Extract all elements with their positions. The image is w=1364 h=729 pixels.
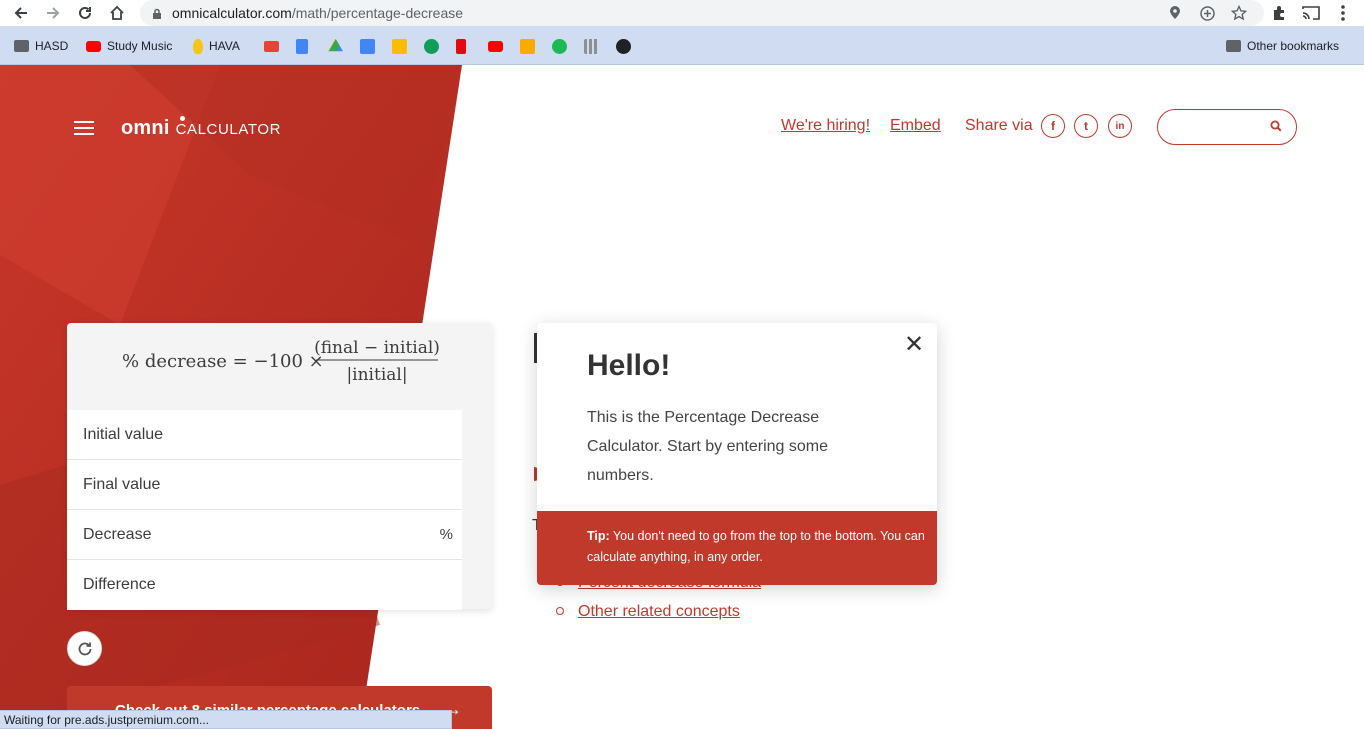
hangouts-icon [424, 38, 439, 54]
slack-icon [584, 38, 599, 54]
formula-numerator: (final − initial) [314, 338, 440, 358]
keep-icon [392, 38, 407, 54]
forward-icon[interactable] [43, 3, 63, 23]
bookmark-drive[interactable] [328, 38, 349, 54]
logo-dot [180, 116, 185, 121]
formula-denominator: |initial| [346, 365, 407, 385]
percent-unit: % [439, 526, 453, 543]
home-icon[interactable] [107, 3, 127, 23]
lock-icon[interactable] [152, 7, 162, 25]
other-bookmarks[interactable]: Other bookmarks [1226, 38, 1339, 54]
bookmark-globe[interactable] [616, 38, 637, 54]
formula: % decrease = −100 × (final − initial) |i… [122, 338, 440, 385]
bookmark-netflix[interactable] [456, 38, 472, 54]
folder-icon [1226, 40, 1241, 52]
field-label: Decrease [83, 526, 152, 543]
bookmark-keep[interactable] [392, 38, 413, 54]
decrease-input[interactable] [247, 518, 427, 552]
popover-body: This is the Percentage Decrease Calculat… [587, 409, 829, 484]
bookmark-hangouts[interactable] [424, 38, 445, 54]
final-value-field[interactable]: Final value [67, 460, 462, 510]
reset-button[interactable] [67, 631, 102, 666]
back-icon[interactable] [11, 3, 31, 23]
globe-icon [616, 38, 631, 54]
popover-arrow [508, 384, 537, 440]
linkedin-icon[interactable]: in [1108, 114, 1132, 138]
cast-icon[interactable] [1301, 3, 1321, 23]
calculator-card: % decrease = −100 × (final − initial) |i… [67, 323, 492, 610]
bookmark-study-music[interactable]: Study Music [86, 38, 172, 54]
location-icon[interactable] [1165, 3, 1185, 23]
bookmark-classroom[interactable] [520, 38, 541, 54]
field-label: Difference [83, 576, 156, 593]
search-icon[interactable] [1270, 119, 1282, 137]
decrease-field[interactable]: Decrease % [67, 510, 462, 560]
initial-value-field[interactable]: Initial value [67, 410, 462, 460]
twitter-icon[interactable]: t [1074, 114, 1098, 138]
lightbulb-icon [193, 38, 203, 54]
field-label: Final value [83, 476, 161, 493]
bookmark-hava[interactable]: HAVA [193, 38, 240, 54]
final-value-input[interactable] [247, 468, 427, 502]
folder-icon [14, 40, 29, 52]
gmail-icon [264, 40, 279, 52]
omni-logo[interactable]: omni CALCULATOR [121, 116, 281, 140]
hamburger-menu-icon[interactable] [74, 121, 94, 135]
classroom-icon [520, 38, 535, 54]
initial-value-input[interactable] [247, 418, 427, 452]
bookmark-youtube[interactable] [488, 38, 509, 54]
toc-item[interactable]: Other related concepts [556, 603, 740, 621]
difference-input[interactable] [247, 568, 427, 602]
bookmark-slack[interactable] [584, 38, 605, 54]
docs-icon [296, 38, 308, 54]
drive-icon [328, 38, 343, 52]
popover-tip: Tip: You don't need to go from the top t… [537, 511, 937, 585]
difference-field[interactable]: Difference [67, 560, 462, 610]
formula-left: % decrease = −100 × [122, 351, 324, 372]
welcome-popover: ✕ Hello! This is the Percentage Decrease… [537, 323, 937, 585]
bookmark-hasd[interactable]: HASD [14, 38, 68, 54]
url-text[interactable]: omnicalculator.com/math/percentage-decre… [172, 5, 463, 21]
extensions-icon[interactable] [1269, 3, 1289, 23]
field-label: Initial value [83, 426, 164, 443]
bookmark-docs[interactable] [296, 38, 314, 54]
bookmark-spotify[interactable] [552, 38, 573, 54]
refresh-icon [78, 642, 91, 655]
bookmarks-bar: HASD Study Music HAVA Other bookmarks [0, 26, 1364, 65]
popover-title: Hello! [587, 349, 671, 382]
youtube-icon [488, 40, 503, 52]
facebook-icon[interactable]: f [1041, 114, 1065, 138]
embed-link[interactable]: Embed [890, 117, 941, 135]
bookmark-gmail[interactable] [264, 38, 285, 54]
status-bar: Waiting for pre.ads.justpremium.com... [0, 710, 452, 729]
youtube-icon [86, 40, 101, 52]
star-icon[interactable] [1229, 3, 1249, 23]
bullet-icon [556, 606, 564, 615]
calendar-icon [360, 38, 375, 54]
reload-icon[interactable] [75, 3, 95, 23]
menu-dots-icon[interactable] [1333, 3, 1353, 23]
browser-toolbar: omnicalculator.com/math/percentage-decre… [0, 0, 1364, 26]
bookmark-calendar[interactable] [360, 38, 381, 54]
share-via-label: Share via [965, 117, 1033, 134]
hiring-link[interactable]: We're hiring! [781, 117, 870, 135]
close-icon[interactable]: ✕ [904, 333, 924, 357]
page-content: omni CALCULATOR We're hiring! Embed Share… [0, 65, 1364, 729]
netflix-icon [456, 38, 466, 54]
spotify-icon [552, 38, 567, 54]
add-icon[interactable] [1197, 3, 1217, 23]
search-input[interactable] [1157, 109, 1297, 145]
